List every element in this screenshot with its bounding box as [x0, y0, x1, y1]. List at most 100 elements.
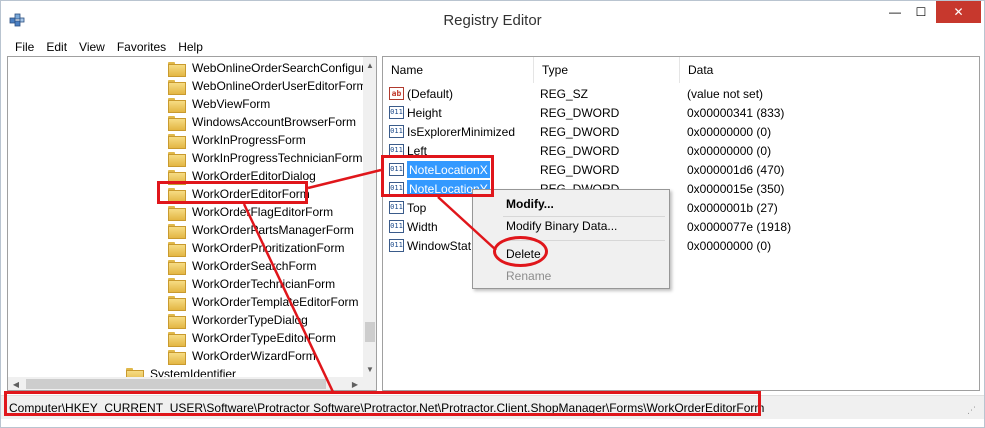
- menu-view[interactable]: View: [73, 40, 111, 54]
- menu-help[interactable]: Help: [172, 40, 209, 54]
- value-type: REG_SZ: [540, 86, 589, 101]
- folder-icon: [168, 241, 186, 257]
- tree-item-label: WorkInProgressTechnicianForm: [192, 151, 363, 165]
- binary-value-icon: 011: [389, 182, 404, 195]
- tree-item-label: WebViewForm: [192, 97, 271, 111]
- context-menu: Modify... Modify Binary Data... Delete R…: [472, 189, 670, 289]
- value-data: 0x00000000 (0): [687, 238, 772, 253]
- menu-favorites[interactable]: Favorites: [111, 40, 172, 54]
- tree-item[interactable]: WorkOrderTemplateEditorForm: [168, 293, 359, 311]
- binary-value-icon: 011: [389, 144, 404, 157]
- folder-icon: [168, 223, 186, 239]
- list-header: Name Type Data: [383, 57, 979, 83]
- value-row[interactable]: 011 IsExplorerMinimized REG_DWORD 0x00000…: [383, 122, 979, 141]
- value-row-selected[interactable]: 011 NoteLocationX REG_DWORD 0x000001d6 (4…: [383, 160, 979, 179]
- folder-icon: [168, 97, 186, 113]
- tree-item[interactable]: WorkOrderSearchForm: [168, 257, 316, 275]
- tree-item[interactable]: WebOnlineOrderSearchConfigura: [168, 59, 363, 77]
- scroll-down-icon[interactable]: ▼: [363, 361, 376, 377]
- tree-item-label: WorkOrderSearchForm: [192, 259, 317, 273]
- tree-item[interactable]: WindowsAccountBrowserForm: [168, 113, 356, 131]
- column-header-name[interactable]: Name: [383, 57, 534, 83]
- maximize-icon: ☐: [915, 5, 927, 19]
- context-menu-rename: Rename: [506, 269, 552, 283]
- folder-icon: [168, 313, 186, 329]
- tree-item[interactable]: SystemIdentifier: [126, 365, 236, 377]
- folder-icon: [168, 151, 186, 167]
- string-value-icon: ab: [389, 87, 404, 100]
- context-menu-modify-binary[interactable]: Modify Binary Data...: [473, 215, 669, 237]
- status-bar: Computer\HKEY_CURRENT_USER\Software\Prot…: [1, 395, 984, 419]
- context-menu-separator: [503, 240, 665, 241]
- tree-vertical-scrollbar[interactable]: ▲ ▼: [363, 57, 376, 377]
- tree-item[interactable]: WorkOrderPartsManagerForm: [168, 221, 354, 239]
- tree-item[interactable]: WorkInProgressTechnicianForm: [168, 149, 363, 167]
- resize-grip-icon[interactable]: ⋰: [967, 405, 979, 417]
- tree-item-label: SystemIdentifier: [150, 367, 237, 377]
- key-tree: WebOnlineOrderSearchConfigura WebOnlineO…: [8, 57, 363, 377]
- value-data: 0x0000001b (27): [687, 200, 778, 215]
- binary-value-icon: 011: [389, 239, 404, 252]
- value-row[interactable]: 011 Height REG_DWORD 0x00000341 (833): [383, 103, 979, 122]
- menu-file[interactable]: File: [9, 40, 40, 54]
- tree-item[interactable]: WorkOrderTechnicianForm: [168, 275, 335, 293]
- window-title: Registry Editor: [443, 12, 542, 29]
- tree-item-label: WorkorderTypeDialog: [192, 313, 308, 327]
- title-bar[interactable]: Registry Editor — ☐ ✕: [1, 1, 984, 37]
- context-menu-delete[interactable]: Delete: [473, 243, 669, 265]
- column-header-type[interactable]: Type: [534, 57, 680, 83]
- tree-horizontal-scrollbar[interactable]: ◀ ▶: [8, 377, 363, 390]
- column-header-data[interactable]: Data: [680, 57, 979, 83]
- value-data: 0x0000015e (350): [687, 181, 785, 196]
- tree-item[interactable]: WorkInProgressForm: [168, 131, 306, 149]
- key-tree-pane[interactable]: WebOnlineOrderSearchConfigura WebOnlineO…: [7, 56, 377, 391]
- tree-item[interactable]: WorkOrderTypeEditorForm: [168, 329, 336, 347]
- tree-item-label: WorkOrderFlagEditorForm: [192, 205, 334, 219]
- value-data: 0x00000000 (0): [687, 124, 772, 139]
- tree-item[interactable]: WorkOrderPrioritizationForm: [168, 239, 344, 257]
- value-row[interactable]: 011 Left REG_DWORD 0x00000000 (0): [383, 141, 979, 160]
- folder-icon: [168, 169, 186, 185]
- scroll-thumb[interactable]: [365, 322, 375, 342]
- folder-icon: [168, 115, 186, 131]
- close-icon: ✕: [953, 5, 964, 19]
- folder-icon: [168, 349, 186, 365]
- scroll-right-icon[interactable]: ▶: [347, 377, 363, 390]
- binary-value-icon: 011: [389, 106, 404, 119]
- tree-item[interactable]: WebOnlineOrderUserEditorForm: [168, 77, 363, 95]
- scroll-thumb[interactable]: [26, 379, 326, 389]
- status-path: Computer\HKEY_CURRENT_USER\Software\Prot…: [9, 400, 765, 415]
- scrollbar-corner: [363, 377, 376, 390]
- value-name: Height: [407, 105, 442, 120]
- value-name: (Default): [407, 86, 454, 101]
- scroll-up-icon[interactable]: ▲: [363, 57, 376, 73]
- tree-item[interactable]: WorkOrderWizardForm: [168, 347, 316, 365]
- tree-item[interactable]: WorkOrderFlagEditorForm: [168, 203, 333, 221]
- maximize-button[interactable]: ☐: [908, 1, 934, 23]
- tree-item-selected[interactable]: WorkOrderEditorForm: [168, 185, 310, 203]
- tree-item-label: WebOnlineOrderUserEditorForm: [192, 79, 363, 93]
- tree-item[interactable]: WorkorderTypeDialog: [168, 311, 308, 329]
- value-name: IsExplorerMinimized: [407, 124, 516, 139]
- close-button[interactable]: ✕: [936, 1, 981, 23]
- value-type: REG_DWORD: [540, 124, 620, 139]
- binary-value-icon: 011: [389, 220, 404, 233]
- binary-value-icon: 011: [389, 163, 404, 176]
- minimize-button[interactable]: —: [882, 1, 908, 23]
- context-menu-modify[interactable]: Modify...: [473, 193, 669, 215]
- scroll-left-icon[interactable]: ◀: [8, 377, 24, 390]
- tree-item-label: WorkInProgressForm: [192, 133, 306, 147]
- folder-icon: [168, 205, 186, 221]
- value-name: Left: [407, 143, 428, 158]
- tree-item-label: WorkOrderWizardForm: [192, 349, 316, 363]
- value-row[interactable]: ab (Default) REG_SZ (value not set): [383, 84, 979, 103]
- tree-item-label: WorkOrderEditorForm: [192, 187, 310, 201]
- menu-bar: File Edit View Favorites Help: [1, 37, 984, 56]
- folder-icon: [168, 295, 186, 311]
- tree-item[interactable]: WebViewForm: [168, 95, 270, 113]
- menu-edit[interactable]: Edit: [40, 40, 73, 54]
- folder-icon: [168, 79, 186, 95]
- tree-item[interactable]: WorkOrderEditorDialog: [168, 167, 316, 185]
- value-data: 0x00000000 (0): [687, 143, 772, 158]
- folder-icon: [168, 133, 186, 149]
